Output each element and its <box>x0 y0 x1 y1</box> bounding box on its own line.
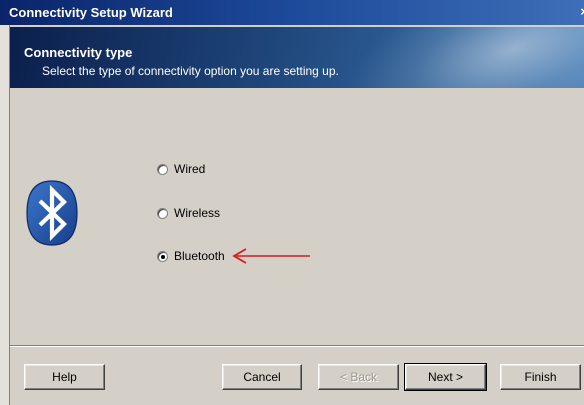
wizard-window: Connectivity Setup Wizard × Connectivity… <box>0 0 584 405</box>
header-banner: Connectivity type Select the type of con… <box>10 27 584 88</box>
help-button[interactable]: Help <box>24 364 105 390</box>
option-bluetooth[interactable]: Bluetooth <box>157 248 225 264</box>
close-icon[interactable]: × <box>580 4 584 19</box>
radio-bluetooth[interactable] <box>157 250 168 262</box>
window-title: Connectivity Setup Wizard <box>9 5 173 20</box>
radio-wireless[interactable] <box>157 207 168 219</box>
next-button[interactable]: Next > <box>404 363 487 391</box>
finish-button[interactable]: Finish <box>500 364 581 390</box>
radio-wired[interactable] <box>157 163 168 175</box>
bluetooth-icon <box>26 180 78 246</box>
option-wired[interactable]: Wired <box>157 161 205 177</box>
arrow-left-icon <box>232 248 310 264</box>
option-wired-label: Wired <box>174 162 206 176</box>
option-bluetooth-label: Bluetooth <box>174 249 225 263</box>
option-wireless[interactable]: Wireless <box>157 205 220 221</box>
page-subtitle: Select the type of connectivity option y… <box>42 64 339 78</box>
back-button[interactable]: < Back <box>318 364 399 390</box>
title-bar: Connectivity Setup Wizard × <box>0 0 584 25</box>
option-wireless-label: Wireless <box>174 206 221 220</box>
window-left-border <box>0 25 10 405</box>
cancel-button[interactable]: Cancel <box>222 364 302 390</box>
banner-decoration <box>297 27 584 88</box>
page-title: Connectivity type <box>24 45 133 60</box>
footer-separator <box>10 345 584 347</box>
